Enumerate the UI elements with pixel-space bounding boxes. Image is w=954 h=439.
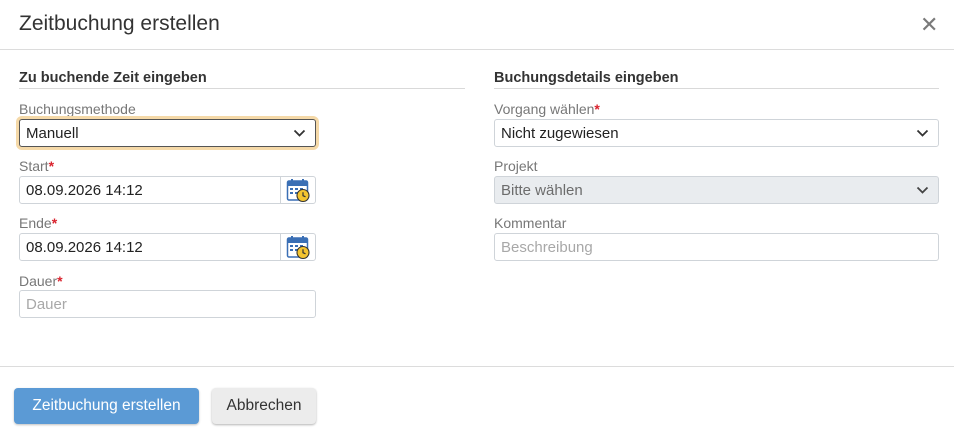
start-label-text: Start	[19, 158, 49, 174]
calendar-clock-icon	[286, 236, 310, 260]
comment-label: Kommentar	[494, 215, 567, 231]
duration-label: Dauer*	[19, 273, 63, 289]
chevron-down-icon	[916, 129, 929, 137]
required-marker: *	[57, 273, 63, 289]
dialog-header: Zeitbuchung erstellen ✕	[0, 0, 954, 50]
end-calendar-button[interactable]	[280, 234, 315, 260]
duration-placeholder: Dauer	[26, 296, 67, 313]
start-datetime-input[interactable]: 08.09.2026 14:12	[19, 176, 316, 204]
close-icon[interactable]: ✕	[920, 14, 938, 36]
start-label: Start*	[19, 158, 54, 174]
dialog-footer: Zeitbuchung erstellen Abbrechen	[0, 366, 954, 439]
create-booking-button[interactable]: Zeitbuchung erstellen	[14, 388, 199, 424]
required-marker: *	[51, 215, 58, 231]
end-label-text: Ende	[19, 215, 52, 231]
calendar-clock-icon	[286, 179, 310, 203]
project-value: Bitte wählen	[501, 182, 583, 199]
process-value: Nicht zugewiesen	[501, 125, 619, 142]
dialog-title: Zeitbuchung erstellen	[19, 12, 220, 35]
section-divider	[19, 88, 465, 89]
comment-input[interactable]: Beschreibung	[494, 233, 939, 261]
chevron-down-icon	[293, 129, 306, 137]
duration-input[interactable]: Dauer	[19, 290, 316, 318]
process-select[interactable]: Nicht zugewiesen	[494, 119, 939, 147]
end-datetime-value: 08.09.2026 14:12	[26, 239, 143, 256]
process-label: Vorgang wählen*	[494, 101, 600, 117]
section-title-details: Buchungsdetails eingeben	[494, 70, 679, 86]
method-label: Buchungsmethode	[19, 101, 136, 117]
start-calendar-button[interactable]	[280, 177, 315, 203]
section-title-time: Zu buchende Zeit eingeben	[19, 70, 207, 86]
section-divider	[494, 88, 939, 89]
end-label: Ende*	[19, 215, 57, 231]
start-datetime-value: 08.09.2026 14:12	[26, 182, 143, 199]
end-datetime-input[interactable]: 08.09.2026 14:12	[19, 233, 316, 261]
booking-method-select[interactable]: Manuell	[19, 119, 316, 147]
time-booking-dialog: Zeitbuchung erstellen ✕ Zu buchende Zeit…	[0, 0, 954, 439]
project-label: Projekt	[494, 158, 538, 174]
required-marker: *	[594, 101, 600, 117]
required-marker: *	[48, 158, 55, 174]
chevron-down-icon	[916, 186, 929, 194]
cancel-button[interactable]: Abbrechen	[212, 388, 316, 424]
process-label-text: Vorgang wählen	[494, 101, 595, 117]
duration-label-text: Dauer	[19, 273, 58, 289]
comment-placeholder: Beschreibung	[501, 239, 593, 256]
project-select: Bitte wählen	[494, 176, 939, 204]
booking-method-value: Manuell	[26, 125, 79, 142]
